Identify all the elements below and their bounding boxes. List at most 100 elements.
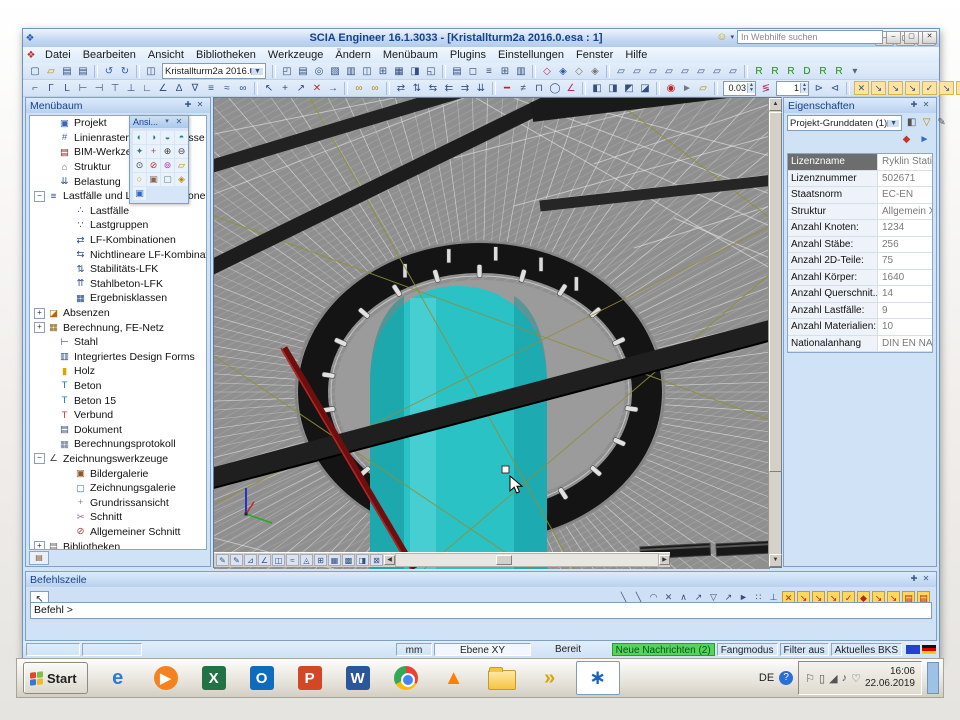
- property-value[interactable]: DIN EN NA (Deutschland): [878, 338, 932, 349]
- viewport-tool-icon[interactable]: ◨: [356, 554, 369, 566]
- toolbar-icon[interactable]: ▱: [645, 64, 661, 79]
- property-value[interactable]: 75: [878, 255, 932, 266]
- view-tool-icon[interactable]: ⊕: [161, 145, 174, 158]
- viewport-tool-icon[interactable]: ⊿: [244, 554, 257, 566]
- scrollbar-thumb[interactable]: [496, 555, 512, 565]
- toolbar-icon[interactable]: ∞: [367, 81, 383, 96]
- view-tool-icon[interactable]: ▣: [133, 187, 146, 200]
- help-smiley-icon[interactable]: ☺: [716, 31, 727, 43]
- properties-action-icon[interactable]: ►: [917, 133, 932, 147]
- toolbar-icon[interactable]: ⊣: [91, 81, 107, 96]
- viewport-tool-icon[interactable]: ◫: [272, 554, 285, 566]
- tray-icon[interactable]: ▯: [819, 672, 825, 685]
- tree-item[interactable]: ▢ Zeichnungsgalerie: [30, 481, 206, 496]
- show-desktop-button[interactable]: [927, 662, 939, 694]
- toolbar-icon[interactable]: ◩: [621, 81, 637, 96]
- tree-expander[interactable]: −: [34, 191, 45, 202]
- tree-item[interactable]: ⇅ Stabilitäts-LFK: [30, 262, 206, 277]
- tray-icon[interactable]: ⚐: [805, 672, 815, 685]
- tray-icon[interactable]: ♡: [851, 672, 861, 685]
- toolbar-icon[interactable]: ✓: [922, 81, 937, 95]
- toolbar-icon[interactable]: ▱: [629, 64, 645, 79]
- tree-expander[interactable]: +: [34, 541, 45, 550]
- toolbar-icon[interactable]: ⊞: [375, 64, 391, 79]
- print-preview-icon[interactable]: ◻: [465, 64, 481, 79]
- scroll-down-icon[interactable]: ▼: [769, 554, 782, 567]
- property-value[interactable]: 256: [878, 239, 932, 250]
- view-tool-icon[interactable]: ✦: [133, 145, 146, 158]
- toolbar-icon[interactable]: ↘: [888, 81, 903, 95]
- view-tool-icon[interactable]: ⊖: [175, 145, 188, 158]
- redo-icon[interactable]: ↻: [117, 64, 133, 79]
- project-combo[interactable]: Kristallturm2a 2016.0 ▼: [162, 63, 266, 79]
- tree-item[interactable]: ∵ Lastgruppen: [30, 218, 206, 233]
- befehlszeile-header[interactable]: Befehlszeile ✚ ✕: [26, 572, 936, 587]
- property-value[interactable]: Allgemein XYZ: [878, 206, 932, 217]
- toolbar-icon[interactable]: ━: [499, 81, 515, 96]
- properties-arrange-icon[interactable]: ◧: [904, 116, 919, 130]
- save-icon[interactable]: ▤: [59, 64, 75, 79]
- toolbar-icon[interactable]: ≈: [219, 81, 235, 96]
- scroll-right-icon[interactable]: ▶: [659, 555, 670, 565]
- viewport-tool-icon[interactable]: ▦: [328, 554, 341, 566]
- close-icon[interactable]: ✕: [920, 100, 932, 111]
- toolbar-icon[interactable]: ∠: [155, 81, 171, 96]
- tree-item[interactable]: T Verbund: [30, 408, 206, 423]
- toolbar-icon[interactable]: [492, 82, 496, 95]
- menu-item[interactable]: Datei: [39, 47, 77, 63]
- toolbar-icon[interactable]: ▱: [677, 64, 693, 79]
- toolbar-icon[interactable]: ∟: [139, 81, 155, 96]
- view-tool-icon[interactable]: ◑: [147, 131, 160, 144]
- viewport-3d[interactable]: ▲ ▼ ✎✎⊿∠◫≈◬⊞▦▩◨⊠ ◀ ▶: [213, 97, 782, 568]
- tree-expander[interactable]: +: [34, 322, 45, 333]
- taskbar-vlc[interactable]: ▲: [432, 661, 476, 695]
- toolbar-icon[interactable]: ◈: [555, 64, 571, 79]
- eigenschaften-header[interactable]: Eigenschaften ✚ ✕: [784, 98, 936, 113]
- toolbar-icon[interactable]: ↖: [261, 81, 277, 96]
- pin-icon[interactable]: ✚: [182, 100, 194, 111]
- toolbar-icon[interactable]: ⇇: [441, 81, 457, 96]
- property-row[interactable]: Staatsnorm EC-EN: [788, 187, 932, 204]
- mdi-restore-button[interactable]: ▢: [904, 31, 919, 44]
- properties-filter-icon[interactable]: ▽: [919, 116, 934, 130]
- menu-item[interactable]: Ändern: [329, 47, 376, 63]
- toolbar-icon[interactable]: [744, 65, 748, 78]
- close-icon[interactable]: ✕: [920, 574, 932, 585]
- tree-expander[interactable]: +: [34, 308, 45, 319]
- viewport-tool-icon[interactable]: ∠: [258, 554, 271, 566]
- keyboard-language[interactable]: DE: [759, 672, 774, 684]
- toolbar-icon[interactable]: ▱: [613, 64, 629, 79]
- tree-item[interactable]: + ◪ Absenzen: [30, 306, 206, 321]
- help-dropdown-icon[interactable]: ▾: [730, 33, 734, 41]
- toolbar-icon[interactable]: ⌐: [27, 81, 43, 96]
- toolbar-icon[interactable]: ≡: [481, 64, 497, 79]
- menu-item[interactable]: Bibliotheken: [190, 47, 262, 63]
- toolbar-icon[interactable]: ⇆: [425, 81, 441, 96]
- taskbar-scia-engineer[interactable]: ∗: [576, 661, 620, 695]
- menu-item[interactable]: Werkzeuge: [262, 47, 329, 63]
- toolbar-icon[interactable]: ▤: [295, 64, 311, 79]
- tree-item[interactable]: T Beton: [30, 379, 206, 394]
- tree-item[interactable]: ✂ Schnitt: [30, 510, 206, 525]
- toolbar-icon[interactable]: ↘: [905, 81, 920, 95]
- viewport-tool-icon[interactable]: ✎: [230, 554, 243, 566]
- toolbar-icon[interactable]: ◉: [663, 81, 679, 96]
- combo-arrow-icon[interactable]: ▼: [251, 68, 263, 75]
- toolbar-icon[interactable]: ⇄: [393, 81, 409, 96]
- tree-item[interactable]: ▤ Dokument: [30, 422, 206, 437]
- new-messages-badge[interactable]: Neue Nachrichten (2): [612, 643, 715, 656]
- spinner-arrows-icon[interactable]: ▲▼: [747, 83, 755, 93]
- toolbar-icon[interactable]: [94, 65, 98, 78]
- menu-item[interactable]: Bearbeiten: [77, 47, 142, 63]
- close-icon[interactable]: ✕: [173, 117, 185, 128]
- toolbar-icon[interactable]: ↘: [871, 81, 886, 95]
- start-button[interactable]: Start: [23, 662, 88, 694]
- toolbar-icon[interactable]: ◱: [423, 64, 439, 79]
- toolbar-icon[interactable]: [344, 82, 348, 95]
- property-value[interactable]: 1234: [878, 222, 932, 233]
- toolbar-icon[interactable]: ↘: [956, 81, 960, 95]
- toolbar-icon[interactable]: ↗: [293, 81, 309, 96]
- view-tool-icon[interactable]: ◒: [161, 131, 174, 144]
- view-tool-icon[interactable]: ▢: [161, 173, 174, 186]
- menu-item[interactable]: Fenster: [570, 47, 619, 63]
